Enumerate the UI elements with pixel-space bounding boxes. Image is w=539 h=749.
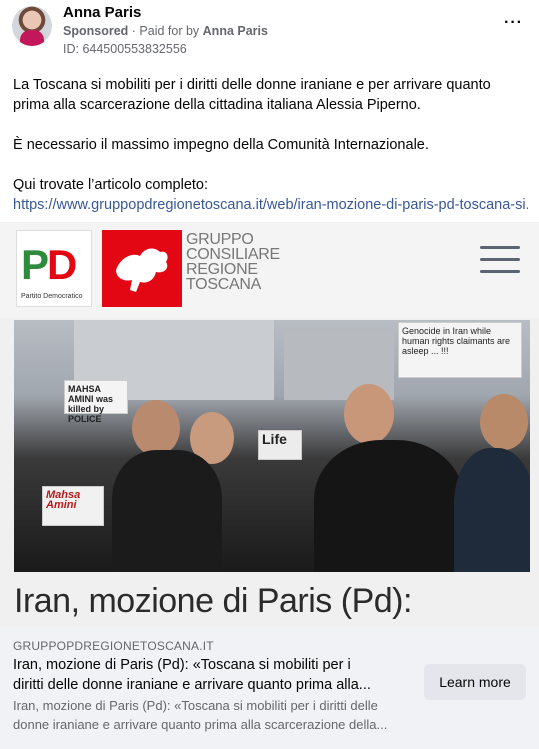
more-options-icon[interactable]: ··· [504, 14, 523, 32]
protest-sign: Genocide in Iran while human rights clai… [398, 322, 522, 378]
protest-sign: Life [258, 430, 302, 460]
author-avatar[interactable] [12, 6, 52, 46]
site-header: P D Partito Democratico GRUPPO CONSILIAR… [0, 222, 539, 318]
post-paragraph: È necessario il massimo impegno della Co… [13, 137, 429, 153]
preview-domain: GRUPPOPDREGIONETOSCANA.IT [13, 639, 214, 653]
paid-for-prefix: · Paid for by [131, 24, 200, 38]
protest-photo: Genocide in Iran while human rights clai… [14, 320, 530, 572]
pd-logo: P D Partito Democratico [16, 230, 92, 307]
sponsored-label: Sponsored [63, 24, 129, 38]
paid-for-name[interactable]: Anna Paris [203, 24, 268, 38]
preview-description: Iran, mozione di Paris (Pd): «Toscana si… [13, 698, 388, 732]
learn-more-button[interactable]: Learn more [424, 664, 526, 700]
group-text: GRUPPO CONSILIARE REGIONE TOSCANA [186, 231, 280, 293]
article-link[interactable]: https://www.gruppopdregionetoscana.it/we… [13, 195, 528, 215]
link-card-image[interactable]: P D Partito Democratico GRUPPO CONSILIAR… [0, 222, 539, 627]
protest-sign: Mahsa Amini [42, 486, 104, 526]
post-paragraph: Qui trovate l’articolo completo: [13, 177, 209, 193]
sponsored-line: Sponsored · Paid for by Anna Paris [63, 24, 268, 38]
preview-title[interactable]: Iran, mozione di Paris (Pd): «Toscana si… [13, 655, 413, 695]
author-name[interactable]: Anna Paris [63, 4, 141, 21]
post-paragraph: La Toscana si mobiliti per i diritti del… [13, 77, 491, 113]
tuscany-logo [102, 230, 182, 307]
menu-icon [480, 246, 520, 274]
post-body: La Toscana si mobiliti per i diritti del… [13, 75, 528, 215]
pd-logo-caption: Partito Democratico [21, 293, 83, 300]
ad-id: ID: 644500553832556 [63, 42, 187, 56]
card-headline: Iran, mozione di Paris (Pd): [14, 582, 412, 620]
post-header: Anna Paris Sponsored · Paid for by Anna … [12, 4, 527, 56]
protest-sign: MAHSA AMINI was killed by POLICE [64, 380, 128, 424]
link-preview[interactable]: GRUPPOPDREGIONETOSCANA.IT Iran, mozione … [0, 627, 539, 749]
